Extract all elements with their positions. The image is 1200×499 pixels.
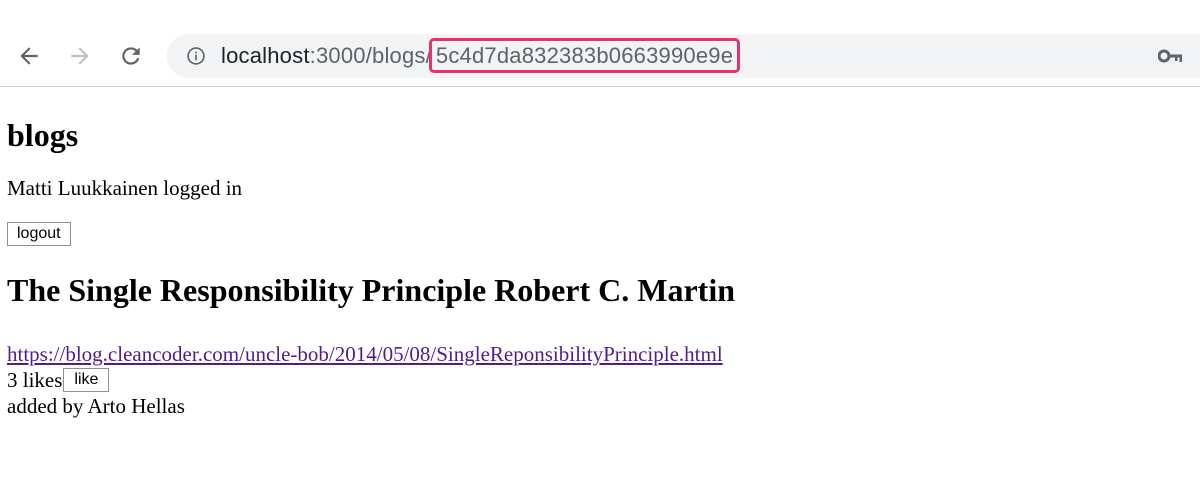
like-button[interactable]: like [63, 368, 110, 392]
page-content: blogs Matti Luukkainen logged in logout … [0, 87, 1200, 419]
blog-url-link[interactable]: https://blog.cleancoder.com/uncle-bob/20… [7, 341, 723, 367]
back-button[interactable] [15, 42, 43, 70]
key-icon[interactable] [1158, 47, 1184, 65]
url-path: :3000/blogs/ [309, 43, 432, 68]
forward-button[interactable] [66, 42, 94, 70]
added-by-text: added by Arto Hellas [7, 394, 185, 418]
likes-count: 3 likes [7, 368, 63, 392]
address-bar[interactable]: localhost:3000/blogs/5c4d7da832383b06639… [167, 34, 1200, 78]
url-text[interactable]: localhost:3000/blogs/5c4d7da832383b06639… [221, 34, 741, 78]
blog-title: The Single Responsibility Principle Robe… [7, 272, 735, 308]
page-title: blogs [7, 117, 79, 153]
arrow-right-icon [71, 47, 89, 65]
logout-button[interactable]: logout [7, 222, 71, 246]
arrow-left-icon [20, 47, 38, 65]
url-blog-id-highlighted: 5c4d7da832383b0663990e9e [428, 38, 741, 73]
reload-button[interactable] [117, 42, 145, 70]
browser-toolbar: localhost:3000/blogs/5c4d7da832383b06639… [0, 0, 1200, 87]
info-icon[interactable] [186, 46, 206, 66]
logged-in-status: Matti Luukkainen logged in [7, 176, 243, 200]
url-host: localhost [221, 43, 310, 68]
likes-row: 3 likes like [7, 367, 1193, 393]
reload-icon [122, 47, 140, 65]
